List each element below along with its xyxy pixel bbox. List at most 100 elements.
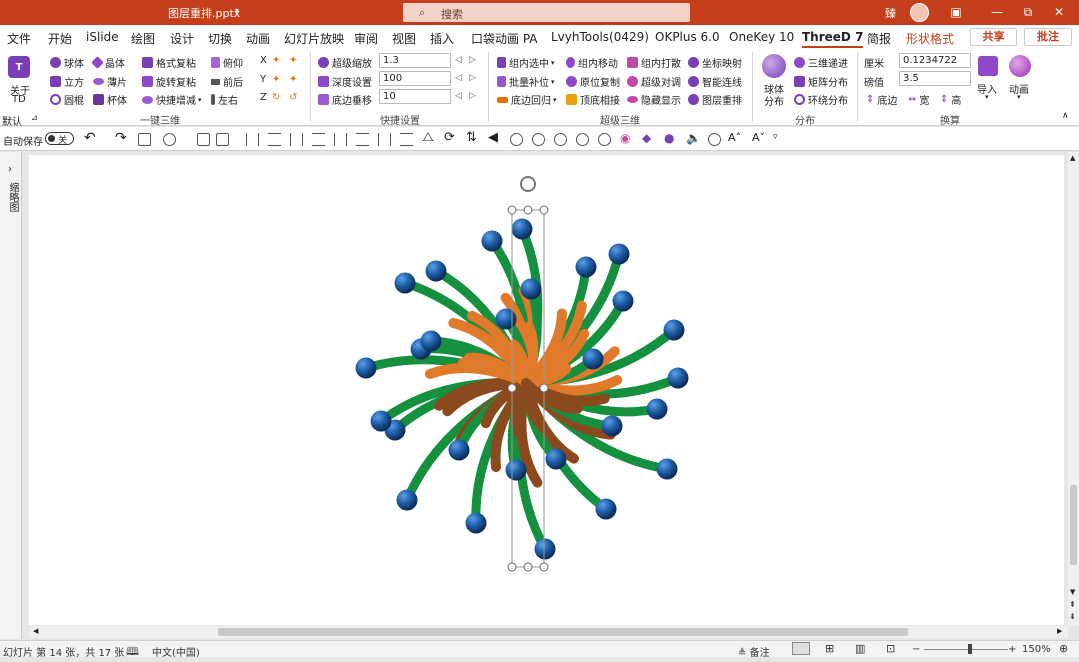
quick-adjust-button[interactable]: 快捷增减 ▾ xyxy=(142,92,202,107)
arrow-left-icon[interactable]: ◀ xyxy=(488,130,498,145)
thumbnail-label[interactable]: 缩略图 xyxy=(5,182,20,212)
sphere-button[interactable]: 球体 xyxy=(50,55,84,70)
tab-draw[interactable]: 绘图 xyxy=(131,30,155,47)
depth-decrease-icon[interactable]: ◁ xyxy=(455,73,462,83)
align-bottom-icon[interactable] xyxy=(356,133,369,146)
merge-combine-icon[interactable] xyxy=(532,133,545,146)
tab-shape-format[interactable]: 形状格式 xyxy=(906,30,954,47)
axis-x-minus-icon[interactable]: ✦ xyxy=(272,55,280,66)
horizontal-scrollbar[interactable]: ◀ ▶ xyxy=(30,626,1068,638)
scroll-down-icon[interactable]: ▼ xyxy=(1070,588,1075,596)
scroll-left-icon[interactable]: ◀ xyxy=(33,627,38,635)
cup-button[interactable]: 杯体 xyxy=(93,92,127,107)
animation-icon[interactable] xyxy=(1009,55,1031,77)
group-move-button[interactable]: 组内移动 xyxy=(566,55,618,70)
expand-pane-icon[interactable]: › xyxy=(8,164,12,175)
tab-islide[interactable]: iSlide xyxy=(86,30,119,44)
flip-icon[interactable]: ⧍ xyxy=(422,130,434,145)
smart-connect-button[interactable]: 智能连线 xyxy=(688,74,742,89)
tab-slideshow[interactable]: 幻灯片放映 xyxy=(284,30,344,47)
super-zoom-increase-icon[interactable]: ▷ xyxy=(469,55,476,65)
tab-file[interactable]: 文件 xyxy=(7,30,31,47)
axis-z-plus-icon[interactable]: ↺ xyxy=(289,92,297,103)
shape-fill-icon[interactable] xyxy=(163,133,176,146)
undo-icon[interactable]: ↶ xyxy=(84,130,96,146)
dialog-launcher-icon[interactable]: ⊿ xyxy=(31,113,38,122)
axis-y-minus-icon[interactable]: ✦ xyxy=(272,74,280,85)
rectangle-icon[interactable] xyxy=(216,133,229,146)
vertical-scroll-thumb[interactable] xyxy=(1070,485,1077,565)
merge-union-icon[interactable] xyxy=(510,133,523,146)
loop-icon[interactable] xyxy=(708,133,721,146)
layer-reorder-button[interactable]: 图层重排 xyxy=(688,92,742,107)
document-title[interactable]: 图层重排.pptx xyxy=(168,5,240,21)
about-label-2[interactable]: TD xyxy=(12,94,26,105)
tab-threed[interactable]: ThreeD 7 xyxy=(802,30,864,49)
picture-icon[interactable]: ◆ xyxy=(642,131,651,145)
ring-distribute-button[interactable]: 环绕分布 xyxy=(794,92,848,107)
tab-okplus[interactable]: OKPlus 6.0 xyxy=(655,30,720,44)
tab-review[interactable]: 审阅 xyxy=(354,30,378,47)
align-left-icon[interactable] xyxy=(246,133,259,146)
threed-logo-icon[interactable]: T xyxy=(8,56,30,78)
zoom-level[interactable]: 150% xyxy=(1022,644,1051,655)
shape-outline-icon[interactable] xyxy=(197,133,210,146)
slide[interactable] xyxy=(29,155,1064,625)
axis-z-minus-icon[interactable]: ↻ xyxy=(272,92,280,103)
zoom-out-icon[interactable]: − xyxy=(912,644,920,655)
base-shift-input[interactable]: 10 xyxy=(379,89,451,104)
eye-icon[interactable]: ◉ xyxy=(620,131,630,145)
convert-base-button[interactable]: ⇕ 底边 xyxy=(866,92,897,107)
super-zoom-decrease-icon[interactable]: ◁ xyxy=(455,55,462,65)
chevron-down-icon[interactable]: ▾ xyxy=(985,93,989,101)
crystal-button[interactable]: 晶体 xyxy=(91,55,125,70)
rotate-icon[interactable]: ⟳ xyxy=(444,130,455,145)
minimize-button[interactable]: — xyxy=(987,3,1007,22)
close-button[interactable]: ✕ xyxy=(1049,3,1069,22)
default-label[interactable]: 默认 xyxy=(2,113,22,128)
slice-button[interactable]: 薄片 xyxy=(93,74,127,89)
audio-icon[interactable]: 🔈 xyxy=(686,131,701,145)
base-shift-increase-icon[interactable]: ▷ xyxy=(469,91,476,101)
hide-show-button[interactable]: 隐藏显示 xyxy=(627,92,681,107)
user-name[interactable]: 臻 xyxy=(885,5,896,21)
font-grow-icon[interactable]: A˄ xyxy=(728,131,741,144)
slide-sorter-icon[interactable]: ⊞ xyxy=(825,642,834,655)
group-select-button[interactable]: 组内选中 ▾ xyxy=(497,55,555,70)
group-break-button[interactable]: 组内打散 xyxy=(627,55,681,70)
thumbnail-pane[interactable]: › 缩略图 xyxy=(0,152,22,639)
depth-increase-icon[interactable]: ▷ xyxy=(469,73,476,83)
redo-icon[interactable]: ↷ xyxy=(115,130,127,146)
base-return-button[interactable]: 底边回归 ▾ xyxy=(497,92,557,107)
tab-insert[interactable]: 插入 xyxy=(430,30,454,47)
align-middle-icon[interactable] xyxy=(334,133,347,146)
reading-view-icon[interactable]: ▥ xyxy=(855,642,865,655)
fit-slide-icon[interactable]: ⊕ xyxy=(1059,642,1068,655)
scroll-up-icon[interactable]: ▲ xyxy=(1070,154,1075,162)
align-top-icon[interactable] xyxy=(312,133,325,146)
coordinate-map-button[interactable]: 坐标映射 xyxy=(688,55,742,70)
sphere-distribute-label-2[interactable]: 分布 xyxy=(764,93,784,108)
super-swap-button[interactable]: 超级对调 xyxy=(627,74,681,89)
slideshow-icon[interactable]: ⊡ xyxy=(886,642,895,655)
share-button[interactable]: 共享 xyxy=(970,28,1017,46)
axis-y-plus-icon[interactable]: ✦ xyxy=(289,74,297,85)
tab-onekey[interactable]: OneKey 10 xyxy=(729,30,794,44)
normal-view-icon[interactable] xyxy=(792,642,810,655)
pt-input[interactable]: 3.5 xyxy=(899,71,971,86)
in-place-copy-button[interactable]: 原位复制 xyxy=(566,74,620,89)
tab-design[interactable]: 设计 xyxy=(170,30,194,47)
scroll-right-icon[interactable]: ▶ xyxy=(1057,627,1062,635)
zoom-slider[interactable] xyxy=(924,649,1008,650)
distribute-h-icon[interactable] xyxy=(378,133,391,146)
top-bottom-join-button[interactable]: 顶底相接 xyxy=(566,92,620,107)
merge-intersect-icon[interactable] xyxy=(576,133,589,146)
cm-input[interactable]: 0.1234722 xyxy=(899,53,971,68)
zoom-slider-thumb[interactable] xyxy=(968,644,972,654)
accessibility-icon[interactable]: 🕮 xyxy=(126,643,139,662)
font-shrink-icon[interactable]: A˅ xyxy=(752,131,765,144)
merge-fragment-icon[interactable] xyxy=(554,133,567,146)
pin-icon[interactable]: ● xyxy=(664,131,674,145)
customize-toolbar-icon[interactable]: ▿ xyxy=(773,132,778,142)
search-box[interactable]: ⌕ 搜索 xyxy=(403,3,690,22)
